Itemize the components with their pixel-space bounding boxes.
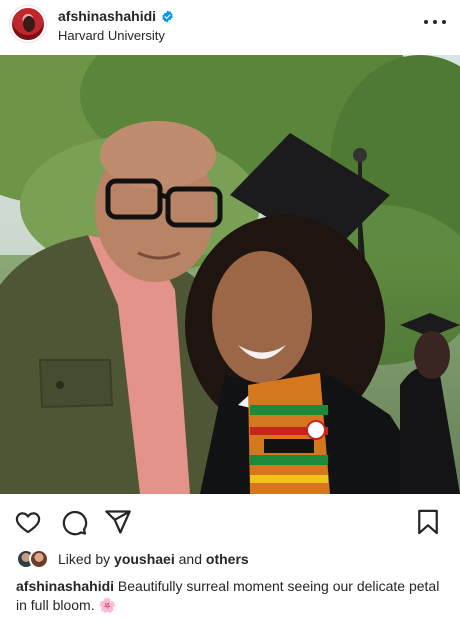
cherry-blossom-emoji: 🌸 xyxy=(98,597,116,613)
likes-prefix: Liked by xyxy=(58,551,111,567)
heart-icon[interactable] xyxy=(14,508,42,536)
post-caption: afshinashahidi Beautifully surreal momen… xyxy=(16,577,446,615)
likes-conjunction: and xyxy=(178,551,202,567)
liker-avatar xyxy=(29,549,49,569)
post-photo[interactable] xyxy=(0,55,460,494)
comment-icon[interactable] xyxy=(60,508,88,536)
action-bar xyxy=(0,500,460,540)
verified-badge-icon xyxy=(162,10,173,22)
photo-illustration xyxy=(0,55,460,494)
liker-username-link[interactable]: youshaei xyxy=(114,551,175,567)
likes-text: Liked by youshaei and others xyxy=(58,551,249,567)
bookmark-icon[interactable] xyxy=(414,508,442,536)
share-icon[interactable] xyxy=(104,508,132,536)
location-link[interactable]: Harvard University xyxy=(58,28,165,43)
likes-row: Liked by youshaei and others xyxy=(16,548,249,570)
caption-username-link[interactable]: afshinashahidi xyxy=(16,578,114,594)
more-options-icon[interactable] xyxy=(424,14,446,30)
liker-avatars[interactable] xyxy=(16,548,52,570)
username-link[interactable]: afshinashahidi xyxy=(58,8,156,24)
avatar-face xyxy=(23,16,35,32)
profile-avatar[interactable] xyxy=(10,6,46,42)
likes-others-link[interactable]: others xyxy=(206,551,249,567)
username-row: afshinashahidi xyxy=(58,8,174,24)
post-header: afshinashahidi Harvard University xyxy=(0,0,460,54)
